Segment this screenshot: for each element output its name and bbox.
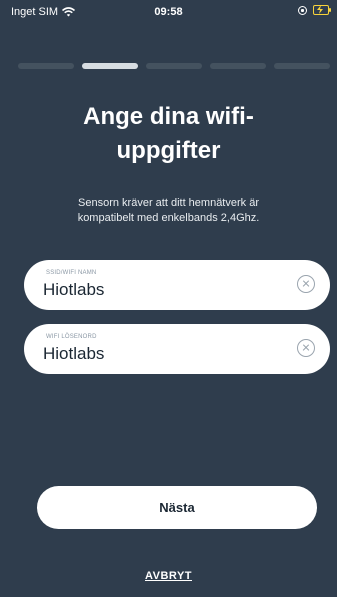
step-progress bbox=[18, 63, 337, 69]
ssid-field-value[interactable]: Hiotlabs bbox=[43, 280, 104, 300]
clear-password-icon[interactable] bbox=[297, 339, 315, 357]
progress-step bbox=[18, 63, 74, 69]
clear-ssid-icon[interactable] bbox=[297, 275, 315, 293]
progress-step-current bbox=[82, 63, 138, 69]
battery-charging-icon bbox=[313, 5, 331, 15]
page-title: Ange dina wifi-uppgifter bbox=[83, 103, 254, 164]
password-field[interactable]: WIFI LÖSENORD Hiotlabs bbox=[24, 324, 330, 374]
password-field-value[interactable]: Hiotlabs bbox=[43, 344, 104, 364]
status-bar: Inget SIM 09:58 bbox=[0, 0, 337, 30]
progress-step bbox=[146, 63, 202, 69]
progress-step bbox=[210, 63, 266, 69]
orientation-lock-icon bbox=[298, 5, 307, 15]
wifi-setup-screen: Inget SIM 09:58 Ange dina wifi-uppgifter… bbox=[0, 0, 337, 597]
page-subtitle: Sensorn kräver att ditt hemnätverk är ko… bbox=[77, 197, 260, 224]
next-button[interactable]: Nästa bbox=[37, 486, 317, 529]
ssid-field[interactable]: SSID/WIFI NAMN Hiotlabs bbox=[24, 260, 330, 310]
status-time: 09:58 bbox=[154, 6, 183, 18]
ssid-field-label: SSID/WIFI NAMN bbox=[46, 270, 97, 276]
progress-step bbox=[274, 63, 330, 69]
password-field-label: WIFI LÖSENORD bbox=[46, 334, 97, 340]
status-indicators bbox=[298, 5, 331, 15]
cancel-link[interactable]: AVBRYT bbox=[0, 570, 337, 582]
